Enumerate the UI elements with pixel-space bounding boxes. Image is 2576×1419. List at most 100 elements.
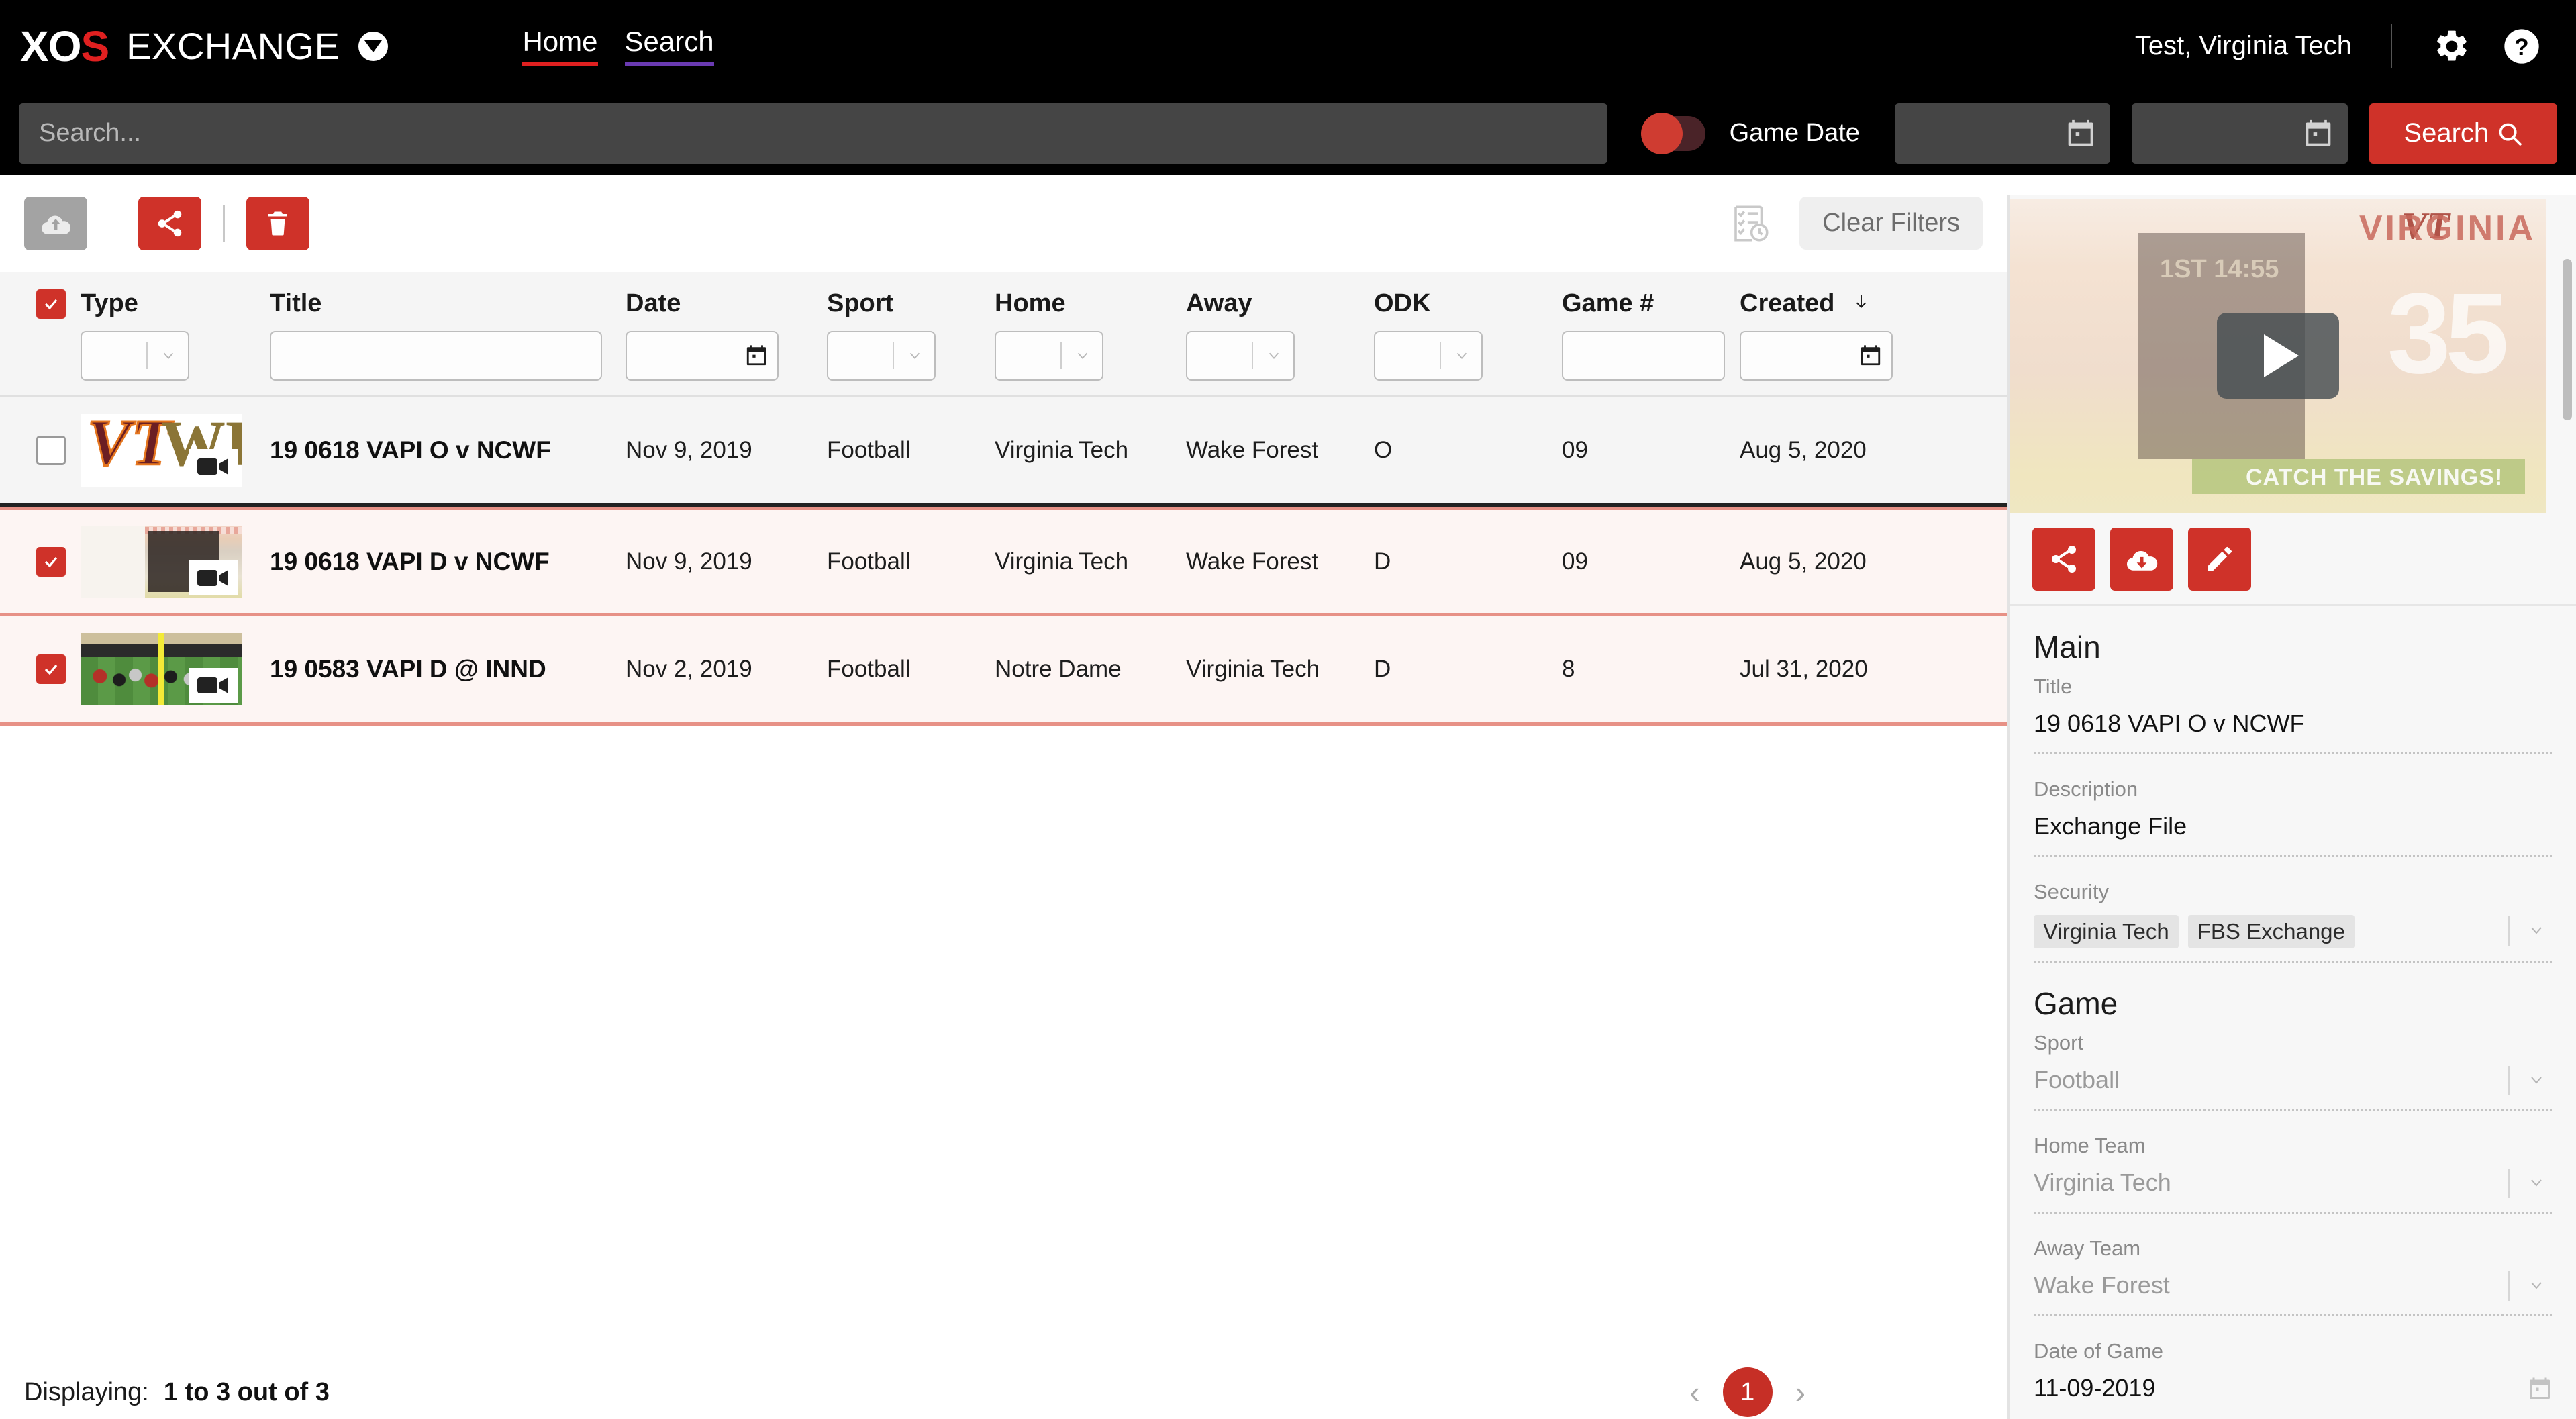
chevron-down-icon[interactable] (2525, 918, 2552, 958)
checklist-clock-icon[interactable] (1726, 199, 1775, 248)
field-value-title[interactable]: 19 0618 VAPI O v NCWF (2034, 710, 2552, 752)
field-label-security: Security (2034, 880, 2109, 903)
gear-icon[interactable] (2431, 26, 2473, 67)
calendar-icon (2068, 119, 2093, 146)
nav-item-search[interactable]: Search (624, 26, 714, 66)
xos-wordmark: XOS (20, 25, 109, 68)
section-title-main: Main (2034, 630, 2101, 665)
column-header-created[interactable]: Created (1740, 289, 1941, 318)
chevron-right-icon[interactable]: › (1795, 1377, 1805, 1408)
chevron-left-icon[interactable]: ‹ (1689, 1377, 1699, 1408)
video-preview[interactable]: VT VIRGINIA 1ST 14:55 35 CATCH THE SAVIN… (2010, 199, 2546, 513)
filter-sport-select[interactable] (827, 331, 936, 381)
column-header-away[interactable]: Away (1186, 289, 1374, 318)
field-security: Security Virginia Tech FBS Exchange (2010, 857, 2576, 963)
video-score-text: 1ST 14:55 (2160, 255, 2279, 284)
table-row[interactable]: 19 0583 VAPI D @ INND Nov 2, 2019 Footba… (0, 616, 2007, 726)
scoreboard-thumbnail[interactable] (81, 525, 242, 598)
select-divider (1060, 342, 1062, 369)
detail-download-button[interactable] (2110, 528, 2173, 591)
row-select-cell (0, 546, 81, 577)
filter-created-input[interactable] (1740, 331, 1893, 381)
select-all-checkbox[interactable] (36, 289, 66, 319)
search-input[interactable] (19, 103, 1607, 164)
svg-text:?: ? (2514, 34, 2528, 60)
clear-filters-button[interactable]: Clear Filters (1799, 197, 1983, 250)
calendar-icon[interactable] (2528, 1376, 2552, 1416)
date-from-input[interactable] (1894, 103, 2111, 164)
filter-home-select[interactable] (995, 331, 1103, 381)
filter-type-select[interactable] (81, 331, 189, 381)
column-header-odk[interactable]: ODK (1374, 289, 1562, 318)
row-created: Aug 5, 2020 (1740, 548, 1867, 575)
arrow-down-icon (1852, 289, 1870, 317)
row-checkbox[interactable] (36, 546, 66, 577)
chevron-down-icon[interactable] (2525, 1171, 2552, 1210)
field-value-away-team: Wake Forest (2034, 1271, 2170, 1299)
detail-share-button[interactable] (2032, 528, 2095, 591)
row-checkbox[interactable] (36, 654, 66, 684)
column-header-title[interactable]: Title (270, 289, 626, 318)
field-label-away-team: Away Team (2034, 1236, 2141, 1260)
table-row[interactable]: 19 0618 VAPI D v NCWF Nov 9, 2019 Footba… (0, 507, 2007, 616)
upload-button[interactable] (24, 196, 87, 250)
page-number-1[interactable]: 1 (1722, 1367, 1773, 1417)
row-date: Nov 2, 2019 (626, 656, 752, 682)
field-home-team: Home Team Virginia Tech (2010, 1111, 2576, 1214)
security-chip[interactable]: FBS Exchange (2187, 915, 2355, 948)
field-description: Description Exchange File (2010, 754, 2576, 857)
user-account-label[interactable]: Test, Virginia Tech (2135, 31, 2352, 61)
field-value-description[interactable]: Exchange File (2034, 812, 2552, 855)
nav-item-home[interactable]: Home (522, 26, 598, 66)
search-bar: Game Date Search (0, 92, 2576, 175)
chevron-down-icon (1269, 352, 1279, 360)
filter-game-number-input[interactable] (1562, 331, 1725, 381)
results-footer: Displaying: 1 to 3 out of 3 ‹ 1 › (0, 1365, 2007, 1419)
table-column-filters (0, 331, 2007, 381)
row-odk: O (1374, 436, 1393, 463)
delete-button[interactable] (246, 196, 309, 250)
date-of-game-row[interactable]: 11-09-2019 (2034, 1374, 2552, 1417)
column-header-date[interactable]: Date (626, 289, 827, 318)
select-all-cell (0, 289, 81, 319)
detail-scrollbar-thumb[interactable] (2563, 259, 2572, 420)
security-chip[interactable]: Virginia Tech (2034, 915, 2179, 948)
field-play-thumbnail[interactable] (81, 633, 242, 705)
column-header-type[interactable]: Type (81, 289, 270, 318)
app-logo[interactable]: XOS EXCHANGE (20, 25, 389, 68)
chevron-down-circle-icon[interactable] (358, 31, 389, 61)
home-team-row[interactable]: Virginia Tech (2034, 1169, 2552, 1212)
sport-row[interactable]: Football (2034, 1066, 2552, 1109)
away-team-row[interactable]: Wake Forest (2034, 1271, 2552, 1314)
cloud-download-icon (2126, 550, 2158, 571)
question-circle-icon[interactable]: ? (2501, 26, 2542, 67)
filter-odk-select[interactable] (1374, 331, 1483, 381)
table-row[interactable]: VT WF 19 0618 VAPI O v NCWF Nov 9, 2019 … (0, 397, 2007, 507)
share-button[interactable] (138, 196, 201, 250)
column-header-sport[interactable]: Sport (827, 289, 995, 318)
field-title: Title 19 0618 VAPI O v NCWF (2010, 669, 2576, 754)
field-sport: Sport Football (2010, 1026, 2576, 1111)
filter-away-select[interactable] (1186, 331, 1295, 381)
game-date-toggle[interactable] (1640, 112, 1705, 154)
chevron-down-icon[interactable] (2525, 1273, 2552, 1313)
field-label-date-of-game: Date of Game (2034, 1339, 2163, 1363)
date-to-input[interactable] (2132, 103, 2348, 164)
play-icon[interactable] (2217, 313, 2339, 399)
filter-title-input[interactable] (270, 331, 602, 381)
row-home: Notre Dame (995, 656, 1122, 682)
security-row: Virginia Tech FBS Exchange (2034, 915, 2552, 961)
chevron-down-icon (909, 352, 920, 360)
video-ad-text: CATCH THE SAVINGS! (2246, 464, 2504, 491)
pagination: ‹ 1 › (1689, 1367, 1805, 1417)
detail-edit-button[interactable] (2188, 528, 2251, 591)
row-checkbox[interactable] (36, 435, 66, 465)
row-sport: Football (827, 656, 911, 682)
detail-action-bar (2010, 513, 2576, 606)
vt-wf-logos-thumbnail[interactable]: VT WF (81, 413, 242, 487)
filter-date-input[interactable] (626, 331, 779, 381)
column-header-home[interactable]: Home (995, 289, 1186, 318)
column-header-game-number[interactable]: Game # (1562, 289, 1740, 318)
search-button[interactable]: Search (2369, 103, 2557, 164)
chevron-down-icon[interactable] (2525, 1068, 2552, 1108)
